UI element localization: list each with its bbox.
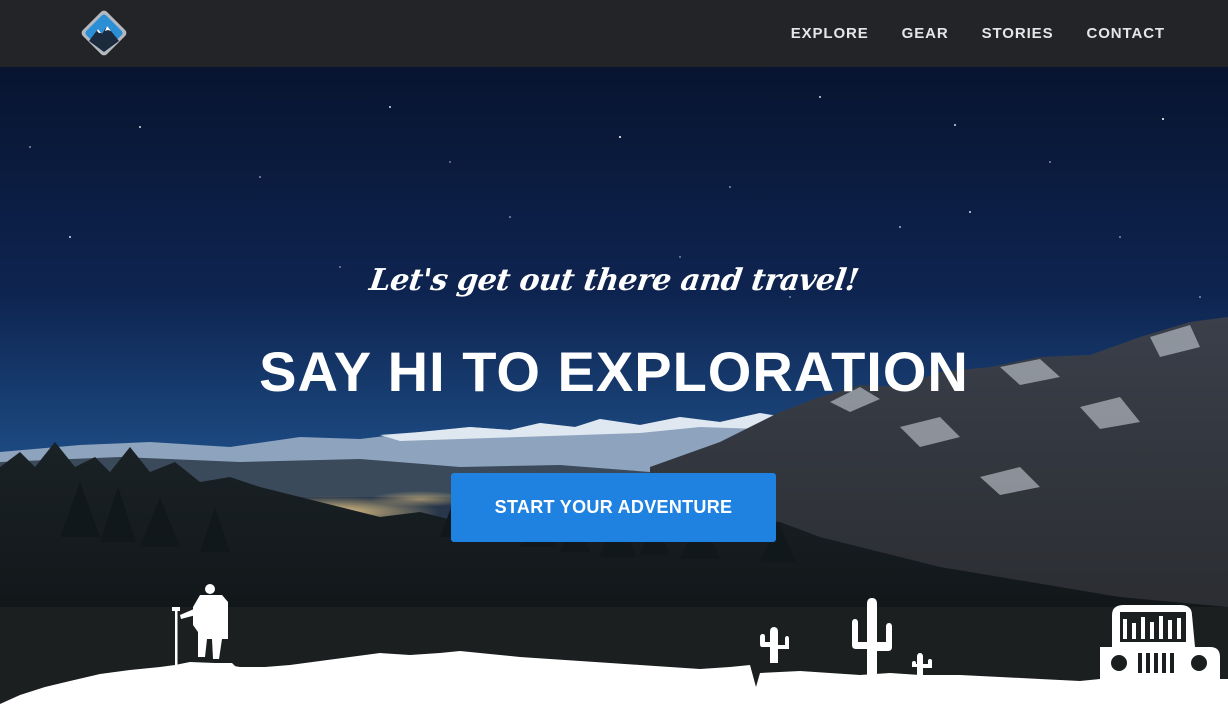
nav-links: EXPLORE GEAR STORIES CONTACT bbox=[791, 0, 1165, 67]
nav-link-contact[interactable]: CONTACT bbox=[1086, 25, 1165, 42]
mountain-logo-icon[interactable] bbox=[78, 7, 130, 59]
hero-tagline: Let's get out there and travel! bbox=[367, 263, 861, 298]
nav-link-gear[interactable]: GEAR bbox=[902, 25, 949, 42]
hero-headline: SAY HI TO EXPLORATION bbox=[259, 340, 969, 403]
nav-link-explore[interactable]: EXPLORE bbox=[791, 25, 869, 42]
page: EXPLORE GEAR STORIES CONTACT Let's get o… bbox=[0, 0, 1228, 714]
navbar: EXPLORE GEAR STORIES CONTACT bbox=[0, 0, 1228, 67]
start-adventure-button[interactable]: START YOUR ADVENTURE bbox=[451, 473, 776, 542]
nav-link-stories[interactable]: STORIES bbox=[982, 25, 1054, 42]
hero-section: Let's get out there and travel! SAY HI T… bbox=[0, 67, 1228, 714]
